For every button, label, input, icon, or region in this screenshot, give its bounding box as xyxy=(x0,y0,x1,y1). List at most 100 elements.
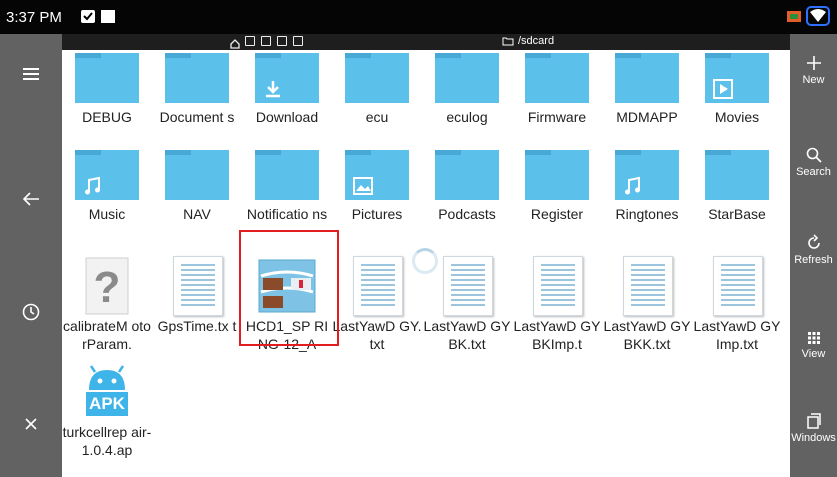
file-item-calibratemotorparam[interactable]: ? calibrateM otorParam. xyxy=(62,257,152,353)
file-name: LastYawD GYBKK.txt xyxy=(603,318,691,352)
new-button[interactable]: New xyxy=(790,54,837,86)
file-name: Download xyxy=(255,109,319,125)
file-name: Firmware xyxy=(527,109,587,125)
folder-icon xyxy=(705,53,769,103)
status-bar: 3:37 PM xyxy=(0,0,837,34)
folder-item-starbase[interactable]: StarBase xyxy=(692,150,782,223)
folder-icon xyxy=(165,150,229,200)
file-name: LastYawD GY.txt xyxy=(332,318,422,352)
file-name: turkcellrep air-1.0.4.ap xyxy=(62,424,152,458)
window-tab-3-icon[interactable] xyxy=(277,36,287,46)
status-time: 3:37 PM xyxy=(6,9,62,26)
folder-item-mdmapp[interactable]: MDMAPP xyxy=(602,53,692,126)
file-name: GpsTime.tx t xyxy=(157,318,237,334)
refresh-label: Refresh xyxy=(794,254,833,266)
file-item-lastyawdgybkk[interactable]: LastYawD GYBKK.txt xyxy=(602,256,692,353)
close-button[interactable] xyxy=(0,404,62,444)
view-button[interactable]: View xyxy=(790,330,837,360)
right-rail: New Search Refresh View Windows xyxy=(790,34,837,477)
search-button[interactable]: Search xyxy=(790,146,837,178)
text-file-icon xyxy=(345,256,409,316)
folder-item-ringtones[interactable]: Ringtones xyxy=(602,150,692,223)
text-file-icon xyxy=(615,256,679,316)
folder-item-ecu[interactable]: ecu xyxy=(332,53,422,126)
folder-item-firmware[interactable]: Firmware xyxy=(512,53,602,126)
refresh-icon xyxy=(807,234,820,249)
current-path[interactable]: /sdcard xyxy=(502,35,554,47)
file-item-lastyawdgybkimp[interactable]: LastYawD GYBKImp.t xyxy=(512,256,602,353)
folder-item-debug[interactable]: DEBUG xyxy=(62,53,152,126)
folder-icon xyxy=(705,150,769,200)
menu-button[interactable] xyxy=(0,54,62,94)
file-name: Pictures xyxy=(351,206,403,222)
folder-icon xyxy=(345,150,409,200)
file-item-lastyawdgybk[interactable]: LastYawD GYBK.txt xyxy=(422,256,512,353)
plus-icon xyxy=(806,56,821,70)
file-name: Register xyxy=(530,206,584,222)
folder-item-music[interactable]: Music xyxy=(62,150,152,223)
file-name: ecu xyxy=(365,109,389,125)
history-button[interactable] xyxy=(0,292,62,332)
folder-icon xyxy=(525,150,589,200)
folder-item-eculog[interactable]: eculog xyxy=(422,53,512,126)
folder-item-download[interactable]: Download xyxy=(242,53,332,126)
music-note-icon xyxy=(85,176,100,195)
download-icon xyxy=(266,81,280,98)
file-name: Movies xyxy=(714,109,760,125)
file-name: MDMAPP xyxy=(616,109,678,125)
file-name: LastYawD GYBKImp.t xyxy=(513,318,601,352)
folder-icon xyxy=(255,53,319,103)
image-icon xyxy=(353,177,373,195)
apk-badge: APK xyxy=(89,394,125,413)
back-button[interactable] xyxy=(0,179,62,219)
clock-icon xyxy=(22,303,40,321)
folder-item-nav[interactable]: NAV xyxy=(152,150,242,223)
windows-icon xyxy=(806,413,821,429)
folder-icon xyxy=(165,53,229,103)
svg-text:?: ? xyxy=(94,263,121,312)
folder-item-movies[interactable]: Movies xyxy=(692,53,782,126)
notification-square-icon xyxy=(101,10,115,23)
home-tab-icon[interactable] xyxy=(230,36,240,49)
close-icon xyxy=(25,418,37,430)
file-name: calibrateM otorParam. xyxy=(63,318,151,352)
text-file-icon xyxy=(165,256,229,316)
search-label: Search xyxy=(796,166,831,178)
cast-icon xyxy=(787,11,801,22)
file-item-lastyawdgyimp[interactable]: LastYawD GYImp.txt xyxy=(692,256,782,353)
window-tab-1-icon[interactable] xyxy=(245,36,255,46)
folder-icon xyxy=(345,53,409,103)
file-name: Notificatio ns xyxy=(246,206,328,222)
music-note-icon xyxy=(625,176,640,195)
folder-item-register[interactable]: Register xyxy=(512,150,602,223)
file-name: DEBUG xyxy=(82,109,132,125)
refresh-button[interactable]: Refresh xyxy=(790,234,837,266)
window-tab-2-icon[interactable] xyxy=(261,36,271,46)
file-item-gpstime[interactable]: GpsTime.tx t xyxy=(152,256,242,335)
file-name: Music xyxy=(88,206,126,222)
path-bar: /sdcard xyxy=(62,34,790,50)
file-name: NAV xyxy=(183,206,211,222)
checkbox-notification-icon xyxy=(81,10,95,23)
view-label: View xyxy=(801,348,826,360)
folder-icon xyxy=(435,150,499,200)
folder-icon xyxy=(615,150,679,200)
file-name: Document s xyxy=(159,109,235,125)
folder-item-documents[interactable]: Document s xyxy=(152,53,242,126)
new-label: New xyxy=(802,74,825,86)
folder-item-notifications[interactable]: Notificatio ns xyxy=(242,150,332,223)
text-file-icon xyxy=(705,256,769,316)
folder-icon xyxy=(75,53,139,103)
folder-item-pictures[interactable]: Pictures xyxy=(332,150,422,223)
folder-icon xyxy=(75,150,139,200)
window-tab-4-icon[interactable] xyxy=(293,36,303,46)
file-item-turkcellrepair-apk[interactable]: APK turkcellrep air-1.0.4.ap xyxy=(62,365,152,459)
selection-highlight xyxy=(239,230,339,346)
windows-button[interactable]: Windows xyxy=(790,412,837,444)
file-item-lastyawdgy[interactable]: LastYawD GY.txt xyxy=(332,256,422,353)
text-file-icon xyxy=(435,256,499,316)
path-label: /sdcard xyxy=(518,35,555,47)
menu-icon xyxy=(23,68,39,80)
folder-item-podcasts[interactable]: Podcasts xyxy=(422,150,512,223)
back-arrow-icon xyxy=(22,192,39,206)
